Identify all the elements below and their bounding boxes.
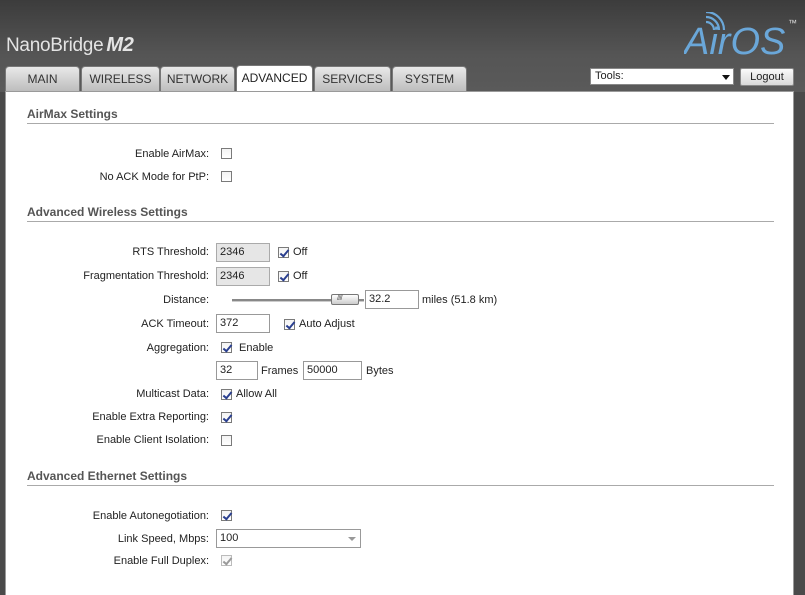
wireless-section-title: Advanced Wireless Settings — [27, 205, 774, 222]
logo-air-text: AirOS — [684, 21, 785, 62]
rts-threshold-input[interactable]: 2346 — [216, 243, 270, 262]
frames-label: Frames — [261, 365, 299, 377]
frag-threshold-input[interactable]: 2346 — [216, 267, 270, 286]
chevron-down-icon — [722, 75, 730, 80]
brand-name: NanoBridge — [6, 35, 104, 56]
brand-model: M2 — [106, 34, 134, 56]
aggregation-enable-label: Enable — [239, 342, 274, 354]
client-isolation-label: Enable Client Isolation: — [96, 434, 209, 446]
tab-main[interactable]: MAIN — [5, 66, 80, 91]
enable-airmax-checkbox[interactable] — [221, 148, 232, 159]
distance-input[interactable]: 32.2 — [365, 290, 419, 309]
noack-checkbox[interactable] — [221, 171, 232, 182]
multicast-allow-all-checkbox[interactable] — [221, 389, 232, 400]
full-duplex-checkbox[interactable] — [221, 555, 232, 566]
tools-dropdown[interactable]: Tools: — [590, 68, 734, 85]
rts-threshold-label: RTS Threshold: — [132, 246, 209, 258]
tab-network[interactable]: NETWORK — [160, 66, 235, 91]
aggregation-bytes-input[interactable]: 50000 — [303, 361, 362, 380]
ack-auto-adjust-label: Auto Adjust — [299, 318, 355, 330]
frag-off-label: Off — [293, 270, 308, 282]
multicast-allow-all-label: Allow All — [236, 388, 277, 400]
product-brand: NanoBridge M2 — [6, 34, 134, 57]
link-speed-select[interactable]: 100 — [216, 529, 361, 548]
tools-selected: Tools: — [595, 70, 624, 82]
ack-timeout-label: ACK Timeout: — [141, 318, 209, 330]
tab-system[interactable]: SYSTEM — [392, 66, 467, 91]
tab-advanced[interactable]: ADVANCED — [236, 65, 313, 92]
noack-label: No ACK Mode for PtP: — [99, 171, 209, 183]
rts-off-label: Off — [293, 246, 308, 258]
ack-auto-adjust-checkbox[interactable] — [284, 319, 295, 330]
extra-reporting-label: Enable Extra Reporting: — [92, 411, 209, 423]
ethernet-section-title: Advanced Ethernet Settings — [27, 469, 774, 486]
autonegotiation-label: Enable Autonegotiation: — [92, 510, 209, 522]
distance-unit: miles (51.8 km) — [422, 294, 498, 306]
multicast-data-label: Multicast Data: — [136, 388, 209, 400]
link-speed-label: Link Speed, Mbps: — [117, 533, 209, 545]
ack-timeout-input[interactable]: 372 — [216, 314, 270, 333]
client-isolation-checkbox[interactable] — [221, 435, 232, 446]
rts-off-checkbox[interactable] — [278, 247, 289, 258]
link-speed-value: 100 — [220, 532, 239, 544]
aggregation-enable-checkbox[interactable] — [221, 342, 232, 353]
airos-logo: AirOS ™ — [684, 12, 797, 62]
settings-panel: AirMax Settings Enable AirMax: No ACK Mo… — [5, 91, 794, 595]
logo-tm: ™ — [788, 18, 797, 28]
header-bar: NanoBridge M2 AirOS ™ MAIN WIRELESS NETWO… — [0, 0, 805, 92]
distance-slider-handle[interactable] — [331, 293, 359, 305]
frag-off-checkbox[interactable] — [278, 271, 289, 282]
tab-wireless[interactable]: WIRELESS — [81, 66, 160, 91]
logout-button[interactable]: Logout — [740, 68, 794, 86]
extra-reporting-checkbox[interactable] — [221, 412, 232, 423]
frag-threshold-label: Fragmentation Threshold: — [83, 270, 209, 282]
aggregation-frames-input[interactable]: 32 — [216, 361, 258, 380]
enable-airmax-label: Enable AirMax: — [135, 148, 209, 160]
tab-services[interactable]: SERVICES — [314, 66, 391, 91]
aggregation-label: Aggregation: — [146, 342, 209, 354]
chevron-down-icon — [348, 537, 356, 541]
bytes-label: Bytes — [366, 365, 394, 377]
distance-label: Distance: — [163, 294, 209, 306]
autonegotiation-checkbox[interactable] — [221, 510, 232, 521]
full-duplex-label: Enable Full Duplex: — [113, 555, 209, 567]
airmax-section-title: AirMax Settings — [27, 107, 774, 124]
